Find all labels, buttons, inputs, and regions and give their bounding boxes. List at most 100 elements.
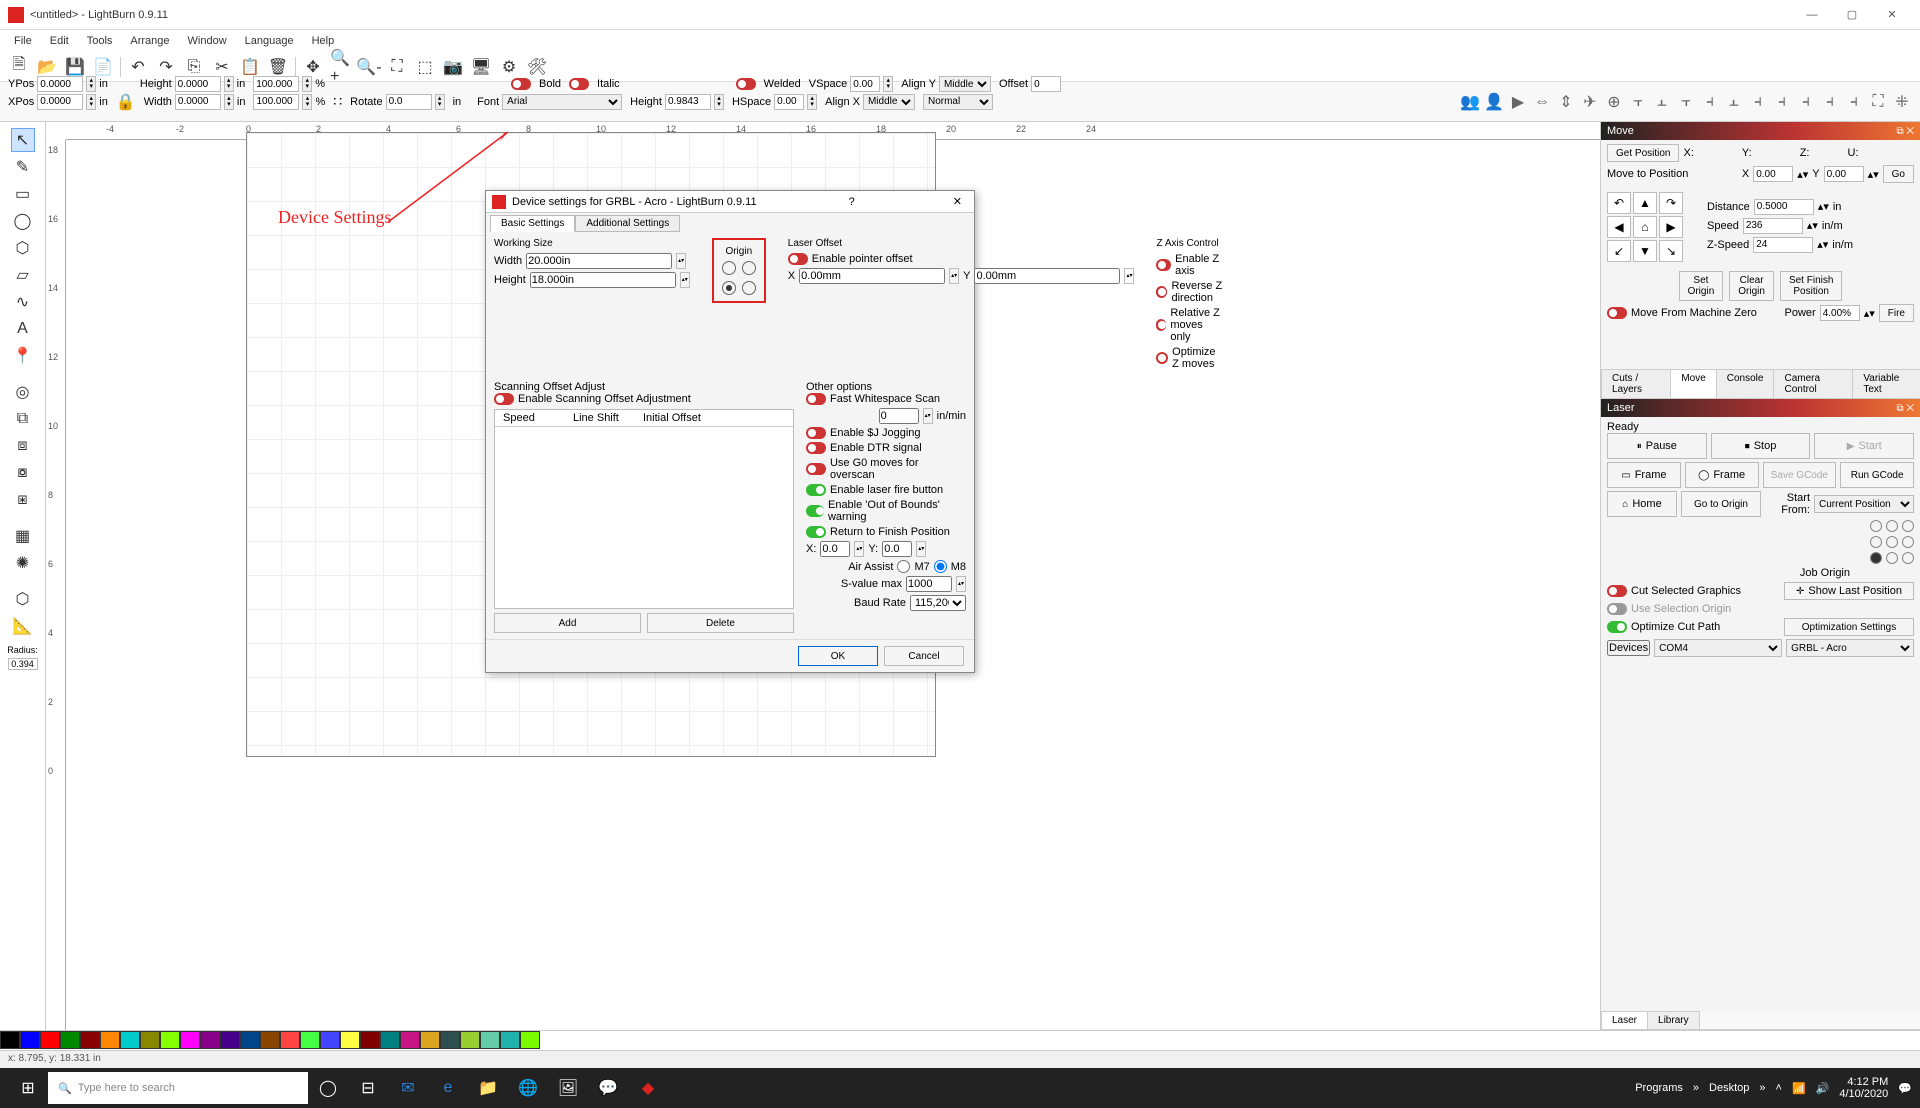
jog-ne-icon[interactable]: ↷ — [1659, 192, 1683, 214]
delete-button[interactable]: Delete — [647, 613, 794, 633]
palette-swatch[interactable] — [20, 1031, 40, 1049]
bool2-tool-icon[interactable]: ⧇ — [11, 461, 35, 485]
edge-icon[interactable]: e — [428, 1072, 468, 1104]
tab-console[interactable]: Console — [1716, 369, 1775, 398]
array-tool-icon[interactable]: ▦ — [11, 524, 35, 548]
mirrorv-icon[interactable]: ⇕ — [1556, 92, 1576, 112]
text-h-input[interactable] — [665, 94, 711, 110]
og[interactable] — [1886, 520, 1898, 532]
panel-float-icon[interactable]: ⧉ ✕ — [1896, 403, 1914, 414]
jog-right-icon[interactable]: ▶ — [1659, 216, 1683, 238]
dots-icon[interactable]: ∷ — [333, 93, 342, 110]
rungcode-button[interactable]: Run GCode — [1840, 462, 1914, 488]
bool-tool-icon[interactable]: ⧈ — [11, 434, 35, 458]
alignr-icon[interactable]: ⫟ — [1676, 92, 1696, 112]
palette-swatch[interactable] — [380, 1031, 400, 1049]
send-icon[interactable]: ✈ — [1580, 92, 1600, 112]
lock-icon[interactable]: 🔒 — [116, 92, 136, 112]
palette-swatch[interactable] — [360, 1031, 380, 1049]
spin[interactable]: ▴▾ — [883, 76, 893, 92]
port-select[interactable]: COM4 — [1654, 639, 1782, 657]
g0-toggle[interactable] — [806, 463, 826, 475]
zoomsel-icon[interactable]: ⬚ — [414, 56, 436, 78]
center-icon[interactable]: ⊕ — [1604, 92, 1624, 112]
search-input[interactable]: 🔍 Type here to search — [48, 1072, 308, 1104]
spin[interactable]: ▴▾ — [302, 94, 312, 110]
device-settings-icon[interactable]: 🛠 — [526, 56, 548, 78]
maximize-button[interactable]: ▢ — [1832, 3, 1872, 27]
zoomfit-icon[interactable]: ⛶ — [386, 56, 408, 78]
ellipse-tool-icon[interactable]: ◯ — [11, 209, 35, 233]
fire-button[interactable]: Fire — [1879, 304, 1914, 322]
preview-icon[interactable]: 🖥 — [470, 56, 492, 78]
redo-icon[interactable]: ↷ — [155, 56, 177, 78]
m8-radio[interactable] — [934, 560, 947, 573]
origin-br-radio[interactable] — [742, 281, 756, 295]
fw-toggle[interactable] — [806, 393, 826, 405]
power-input[interactable] — [1820, 305, 1860, 321]
import-icon[interactable]: 📄 — [92, 56, 114, 78]
wifi-icon[interactable]: 📶 — [1792, 1082, 1806, 1095]
spin[interactable]: ▴▾ — [1807, 219, 1818, 232]
palette-swatch[interactable] — [120, 1031, 140, 1049]
spin[interactable]: ▴▾ — [680, 272, 690, 288]
minimize-button[interactable]: — — [1792, 3, 1832, 27]
edit-node-icon[interactable]: ⬡ — [11, 587, 35, 611]
spin[interactable]: ▴▾ — [86, 94, 96, 110]
origin-bl-radio[interactable] — [722, 281, 736, 295]
italic-toggle[interactable] — [569, 78, 589, 90]
zrel-toggle[interactable] — [1156, 319, 1166, 331]
page-icon[interactable]: ⛶ — [1868, 92, 1888, 112]
notif-icon[interactable]: 💬 — [1898, 1082, 1912, 1095]
palette-swatch[interactable] — [80, 1031, 100, 1049]
alignt-icon[interactable]: ⫞ — [1700, 92, 1720, 112]
palette-swatch[interactable] — [180, 1031, 200, 1049]
xpos-input[interactable] — [37, 94, 83, 110]
tab-additional[interactable]: Additional Settings — [575, 215, 680, 232]
polygon-tool-icon[interactable]: ⬡ — [11, 236, 35, 260]
fw-input[interactable] — [879, 408, 919, 424]
h-input[interactable] — [530, 272, 676, 288]
outlook-icon[interactable]: ✉ — [388, 1072, 428, 1104]
sval-input[interactable] — [906, 576, 952, 592]
offset-tool-icon[interactable]: ◎ — [11, 380, 35, 404]
dtr-toggle[interactable] — [806, 442, 826, 454]
zoomout-icon[interactable]: 🔍- — [358, 56, 380, 78]
mfmz-toggle[interactable] — [1607, 307, 1627, 319]
frame-button[interactable]: ▭ Frame — [1607, 462, 1681, 488]
ok-button[interactable]: OK — [798, 646, 878, 666]
move-y-input[interactable] — [1824, 166, 1864, 182]
new-icon[interactable]: 🗎 — [8, 56, 30, 78]
spin[interactable]: ▴▾ — [956, 576, 966, 592]
alignx-select[interactable]: Middle — [863, 94, 915, 110]
dialog-close-icon[interactable]: ✕ — [947, 195, 968, 208]
palette-swatch[interactable] — [320, 1031, 340, 1049]
og[interactable] — [1870, 520, 1882, 532]
hspace-input[interactable] — [774, 94, 804, 110]
menu-file[interactable]: File — [6, 33, 40, 49]
radial-tool-icon[interactable]: ✺ — [11, 551, 35, 575]
lx-input[interactable] — [799, 268, 945, 284]
zenable-toggle[interactable] — [1156, 259, 1171, 271]
palette-swatch[interactable] — [440, 1031, 460, 1049]
palette-swatch[interactable] — [400, 1031, 420, 1049]
measure-icon[interactable]: 📐 — [11, 614, 35, 638]
rotate-input[interactable] — [386, 94, 432, 110]
get-position-button[interactable]: Get Position — [1607, 144, 1679, 162]
aligny-select[interactable]: Middle — [939, 76, 991, 92]
spin[interactable]: ▴▾ — [923, 408, 933, 424]
m7-radio[interactable] — [897, 560, 910, 573]
origin-tr-radio[interactable] — [742, 261, 756, 275]
palette-swatch[interactable] — [480, 1031, 500, 1049]
jog-left-icon[interactable]: ◀ — [1607, 216, 1631, 238]
optset-button[interactable]: Optimization Settings — [1784, 618, 1914, 636]
clear-origin-button[interactable]: Clear Origin — [1729, 271, 1774, 301]
menu-tools[interactable]: Tools — [79, 33, 121, 49]
set-origin-button[interactable]: Set Origin — [1679, 271, 1724, 301]
tab-vartext[interactable]: Variable Text — [1852, 369, 1920, 398]
offset-input[interactable] — [1031, 76, 1061, 92]
baud-select[interactable]: 115,200 — [910, 595, 966, 611]
tab-cuts[interactable]: Cuts / Layers — [1601, 369, 1671, 398]
savegcode-button[interactable]: Save GCode — [1763, 462, 1837, 488]
spin[interactable]: ▴▾ — [224, 94, 234, 110]
